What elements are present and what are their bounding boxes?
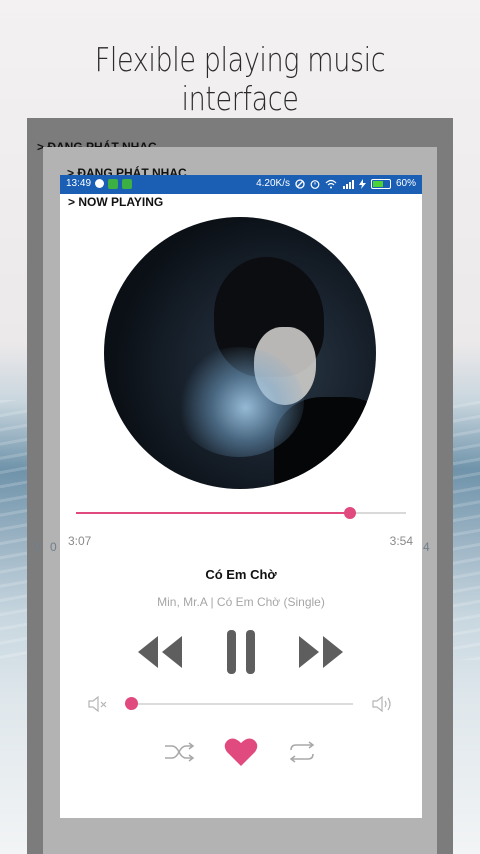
android-icon	[122, 178, 133, 189]
wifi-icon	[325, 179, 337, 188]
seek-thumb[interactable]	[343, 507, 356, 519]
volume-thumb[interactable]	[125, 697, 138, 710]
app-notification-icon	[108, 178, 119, 189]
signal-icon	[342, 179, 354, 189]
screen-title: > NOW PLAYING	[68, 195, 164, 209]
heart-icon[interactable]	[224, 736, 258, 768]
ghost-time-right: 4	[423, 540, 430, 554]
volume-track[interactable]	[131, 703, 353, 705]
pause-icon[interactable]	[225, 628, 257, 676]
promo-headline: Flexible playing music interface	[94, 40, 386, 118]
volume-up-icon[interactable]	[372, 695, 394, 713]
sync-icon	[95, 179, 105, 188]
total-duration: 3:54	[389, 534, 413, 548]
alarm-icon	[310, 179, 320, 189]
rewind-icon[interactable]	[136, 633, 184, 671]
battery-percent: 60%	[395, 178, 416, 189]
battery-icon	[370, 178, 391, 189]
network-speed: 4.20K/s	[256, 178, 290, 189]
song-subtitle: Min, Mr.A | Có Em Chờ (Single)	[157, 595, 325, 609]
shuffle-icon[interactable]	[163, 740, 195, 764]
seek-progress	[76, 512, 350, 514]
elapsed-time: 3:07	[68, 534, 92, 548]
no-disturb-icon	[295, 178, 305, 189]
status-time: 13:49	[66, 178, 92, 189]
ghost-time-left-2: 0	[50, 540, 57, 554]
song-title: Có Em Chờ	[205, 567, 277, 582]
charging-icon	[358, 178, 366, 189]
phone-screen: 13:49 4.20K/s 60% > NOW PLAYING 3:07 3:5…	[60, 175, 422, 818]
status-bar: 13:49 4.20K/s 60%	[60, 175, 422, 194]
fast-forward-icon[interactable]	[297, 633, 345, 671]
volume-mute-icon[interactable]	[88, 696, 108, 712]
album-art	[104, 217, 376, 489]
repeat-icon[interactable]	[286, 740, 318, 764]
ghost-time-left-1: 0	[34, 540, 41, 554]
